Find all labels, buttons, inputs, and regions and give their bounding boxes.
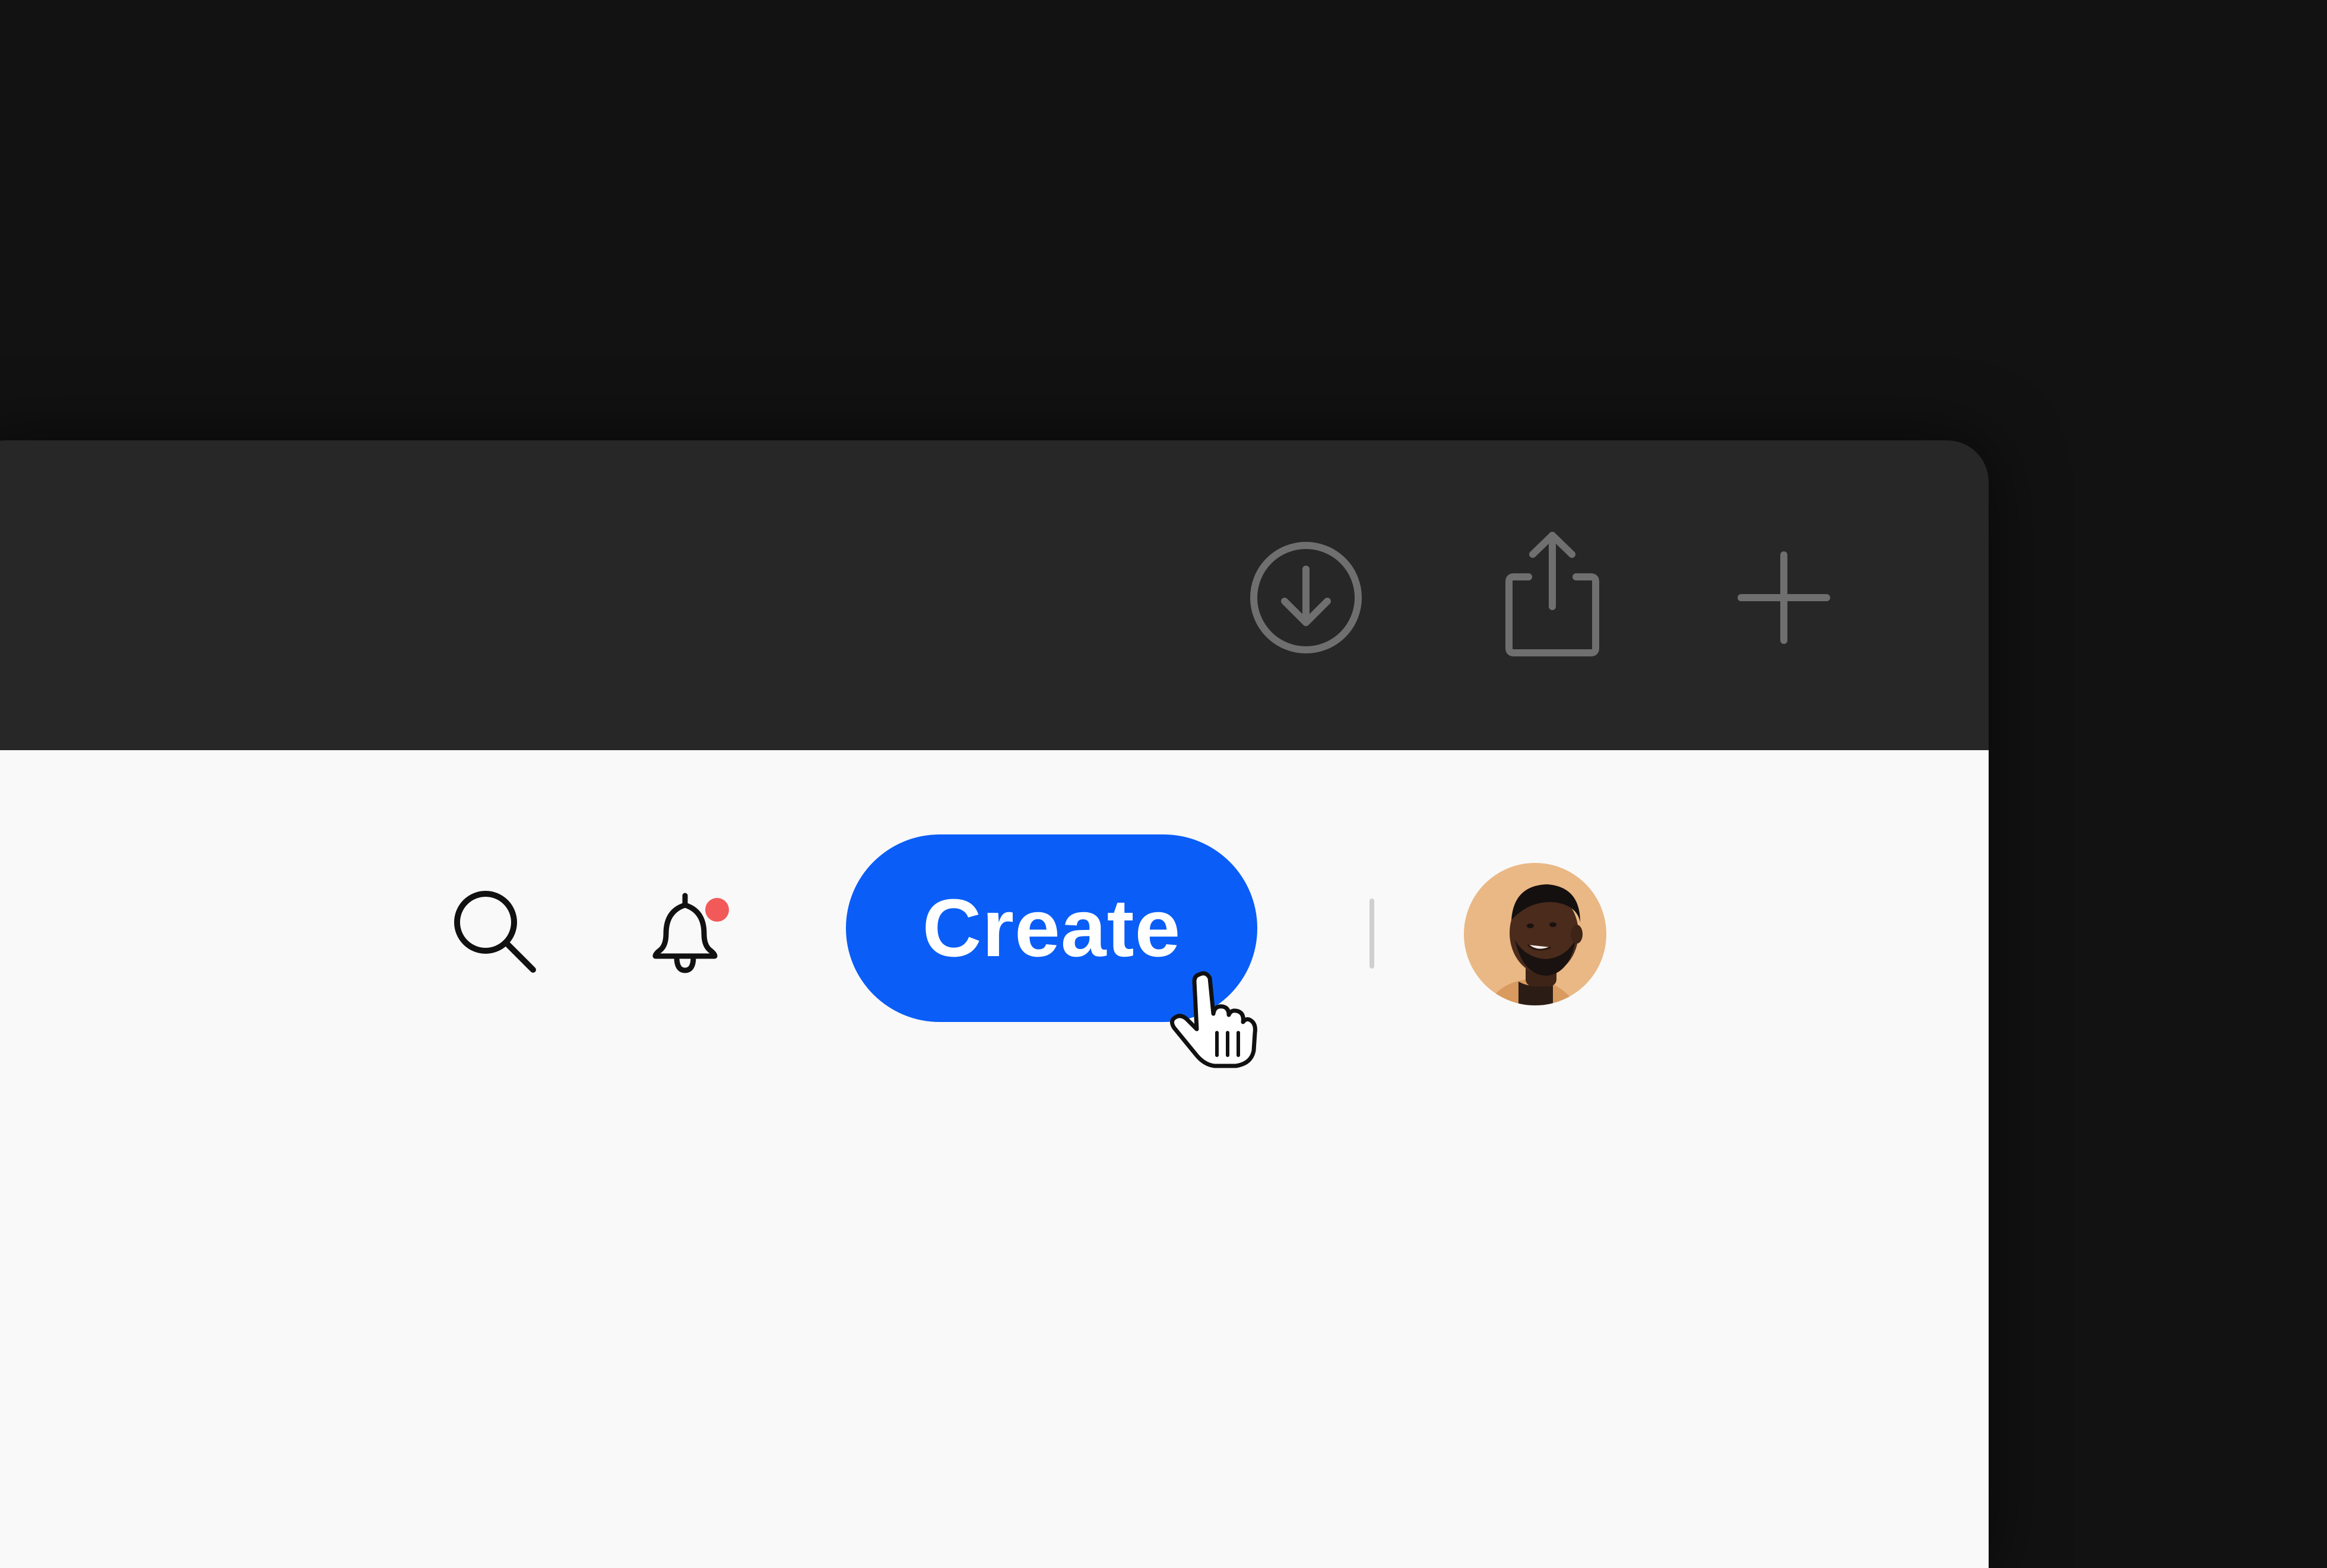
bell-icon[interactable] (641, 884, 736, 985)
user-avatar[interactable] (1464, 863, 1606, 1005)
notification-dot (705, 898, 729, 922)
hand-cursor-icon (1170, 971, 1257, 1068)
download-icon[interactable] (1247, 538, 1365, 657)
search-icon[interactable] (450, 887, 539, 976)
browser-window: Create (0, 440, 1989, 1568)
divider (1369, 899, 1374, 969)
app-header: Create (0, 750, 1989, 1568)
share-icon[interactable] (1496, 529, 1609, 660)
browser-toolbar (0, 440, 1989, 750)
plus-icon[interactable] (1736, 550, 1831, 645)
